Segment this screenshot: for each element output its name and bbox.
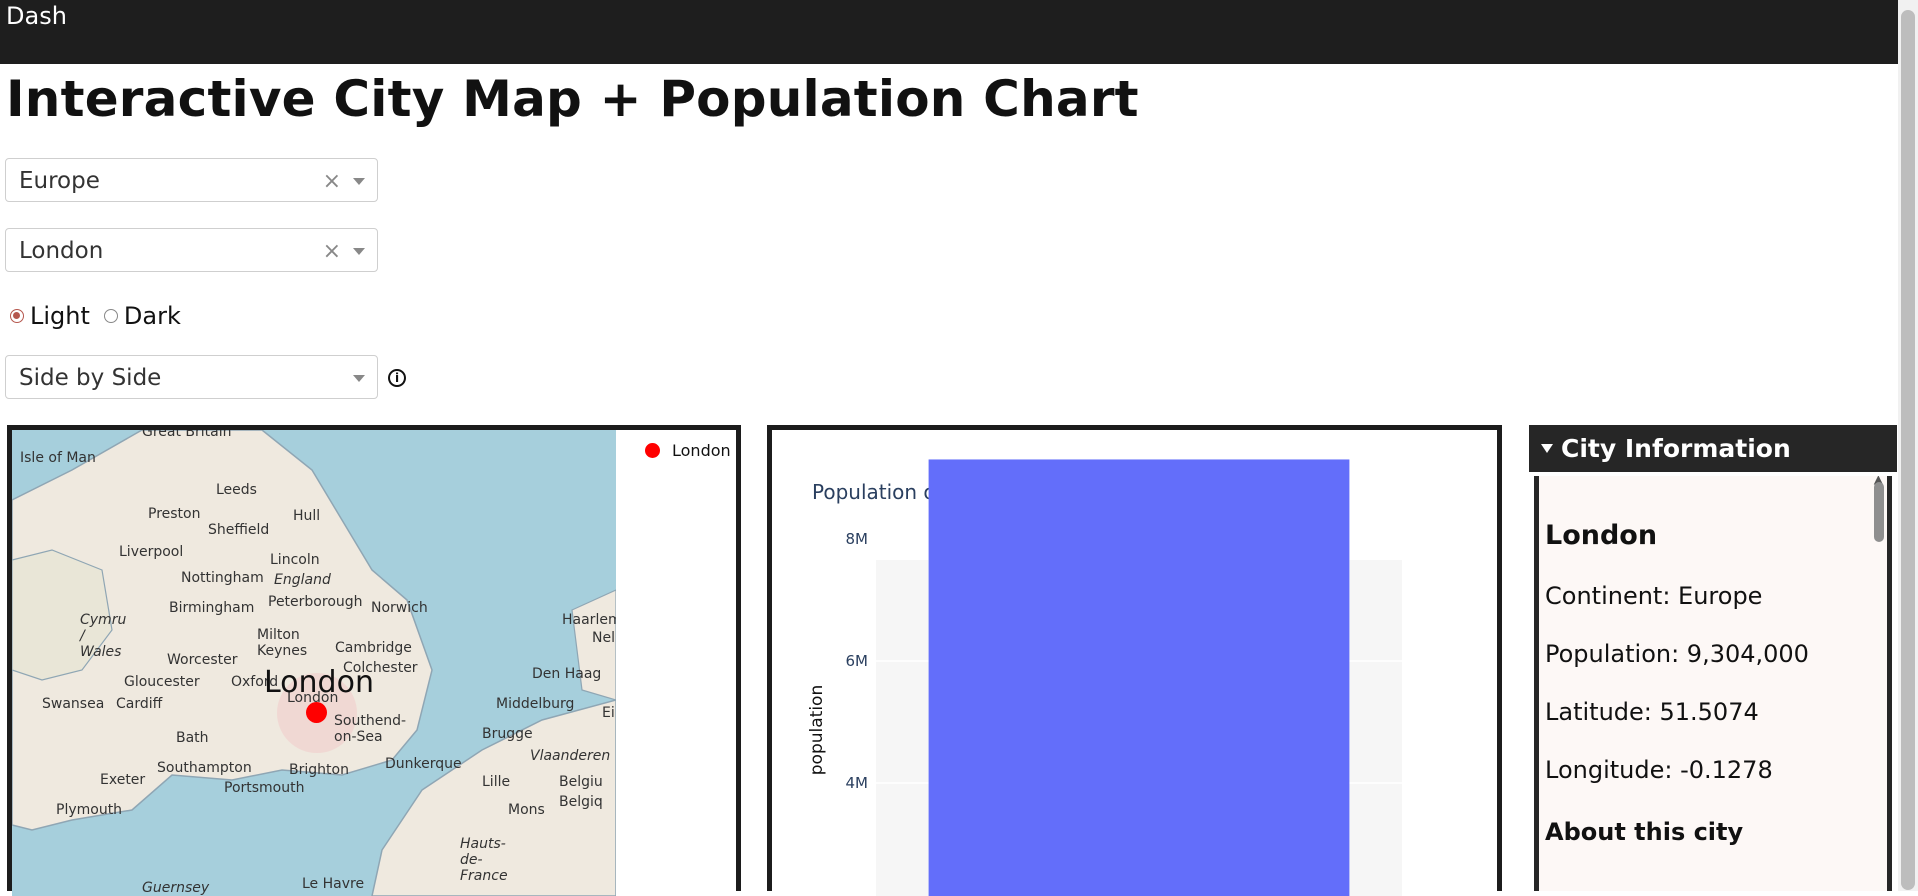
city-info-header[interactable]: City Information [1529, 425, 1897, 472]
map-label: Middelburg [496, 696, 575, 712]
map-label: Peterborough [268, 594, 363, 610]
city-info-body: ▲ London Continent: Europe Population: 9… [1534, 476, 1892, 891]
map-label: Hauts-de-France [460, 836, 508, 884]
chart-panel: Population of London 2M4M6M8M10M populat… [767, 425, 1502, 896]
radio-dark-label[interactable]: Dark [124, 302, 181, 330]
map-label: Swansea [42, 696, 105, 712]
chevron-down-icon[interactable] [353, 375, 365, 382]
map-label: Sheffield [208, 522, 270, 538]
map-label: Liverpool [119, 544, 184, 560]
map-label: Cambridge [335, 640, 412, 656]
layout-dropdown[interactable]: Side by Side [5, 355, 378, 399]
map-label: Den Haag [532, 666, 602, 682]
info-about-heading: About this city [1545, 818, 1744, 846]
radio-light[interactable] [10, 309, 24, 323]
theme-radio-group: Light Dark [10, 302, 181, 330]
map-label: Gloucester [124, 674, 200, 690]
radio-light-label[interactable]: Light [30, 302, 90, 330]
map-label: Brugge [482, 726, 533, 742]
map-label: Ein [602, 705, 616, 721]
city-info-panel: City Information ▲ London Continent: Eur… [1529, 425, 1897, 891]
legend-marker-icon [645, 443, 660, 458]
app-brand: Dash [6, 2, 67, 30]
map-label: England [274, 572, 331, 588]
city-info-title: City Information [1561, 434, 1791, 463]
app-header: Dash [0, 0, 1918, 64]
map-label: Haarlem [562, 612, 616, 628]
map-label: Preston [148, 506, 201, 522]
map-label: Mons [508, 802, 545, 818]
map-label: Dunkerque [385, 756, 462, 772]
map-label: Belgiu [559, 774, 603, 790]
map-panel: Great Britain Isle of Man Leeds Preston … [7, 425, 741, 896]
map-label: Milton Keynes [257, 627, 308, 659]
info-latitude: Latitude: 51.5074 [1545, 698, 1759, 726]
radio-dark[interactable] [103, 309, 118, 323]
map-label: Belgiq [559, 794, 603, 810]
page-scrollbar-thumb[interactable] [1901, 10, 1915, 890]
chevron-down-icon[interactable] [353, 178, 365, 185]
map-label: Worcester [167, 652, 238, 668]
map-label: Guernsey [142, 880, 210, 896]
map-label: Nelm [592, 630, 616, 646]
info-scrollbar-thumb[interactable] [1874, 482, 1884, 542]
map-label: Southend-on-Sea [334, 713, 407, 745]
city-clear-icon[interactable]: × [323, 239, 341, 264]
map-legend[interactable]: London [645, 441, 731, 460]
continent-dropdown[interactable]: Europe × [5, 158, 378, 202]
y-axis-label: population [807, 685, 827, 775]
bar-london[interactable] [928, 459, 1350, 896]
map-label: Great Britain [142, 430, 232, 440]
map-land [12, 430, 616, 896]
map-label: Cardiff [116, 696, 163, 712]
city-dropdown[interactable]: London × [5, 228, 378, 272]
chart-bars [928, 459, 1350, 896]
info-population: Population: 9,304,000 [1545, 640, 1809, 668]
page-scrollbar[interactable] [1898, 0, 1918, 891]
info-continent: Continent: Europe [1545, 582, 1763, 610]
map-label: Lille [482, 774, 511, 790]
page-title: Interactive City Map + Population Chart [6, 70, 1139, 128]
map-label: Southampton [157, 760, 252, 776]
continent-dropdown-value: Europe [19, 168, 100, 194]
map-label: Birmingham [169, 600, 255, 616]
map-label: Exeter [100, 772, 146, 788]
city-marker[interactable] [306, 702, 327, 723]
info-longitude: Longitude: -0.1278 [1545, 756, 1773, 784]
y-tick-label: 6M [846, 652, 869, 670]
map-label: Lincoln [270, 552, 320, 568]
layout-dropdown-value: Side by Side [19, 365, 162, 391]
map-label: Le Havre [302, 876, 365, 892]
map-label: Vlaanderen [530, 748, 611, 764]
city-dropdown-value: London [19, 238, 104, 264]
map-label: Leeds [216, 482, 257, 498]
continent-clear-icon[interactable]: × [323, 169, 341, 194]
map-city-label: London [264, 665, 374, 700]
y-tick-label: 8M [846, 530, 869, 548]
info-icon[interactable]: i [388, 369, 406, 387]
map-label: Cymru / Wales [80, 612, 127, 660]
map-label: Portsmouth [224, 780, 305, 796]
chevron-down-icon[interactable] [353, 248, 365, 255]
map-legend-label: London [672, 441, 731, 460]
map-canvas[interactable]: Great Britain Isle of Man Leeds Preston … [12, 430, 616, 896]
info-city-name: London [1545, 520, 1658, 551]
map-label: Isle of Man [20, 450, 96, 466]
map-label: Norwich [371, 600, 428, 616]
map-label: Bath [176, 730, 209, 746]
collapse-triangle-icon[interactable] [1541, 444, 1553, 453]
map-label: Nottingham [181, 570, 264, 586]
y-tick-label: 4M [846, 774, 869, 792]
map-label: Plymouth [56, 802, 123, 818]
population-chart[interactable]: Population of London 2M4M6M8M10M populat… [772, 430, 1497, 896]
map-label: Brighton [289, 762, 349, 778]
map-label: Hull [293, 508, 321, 524]
